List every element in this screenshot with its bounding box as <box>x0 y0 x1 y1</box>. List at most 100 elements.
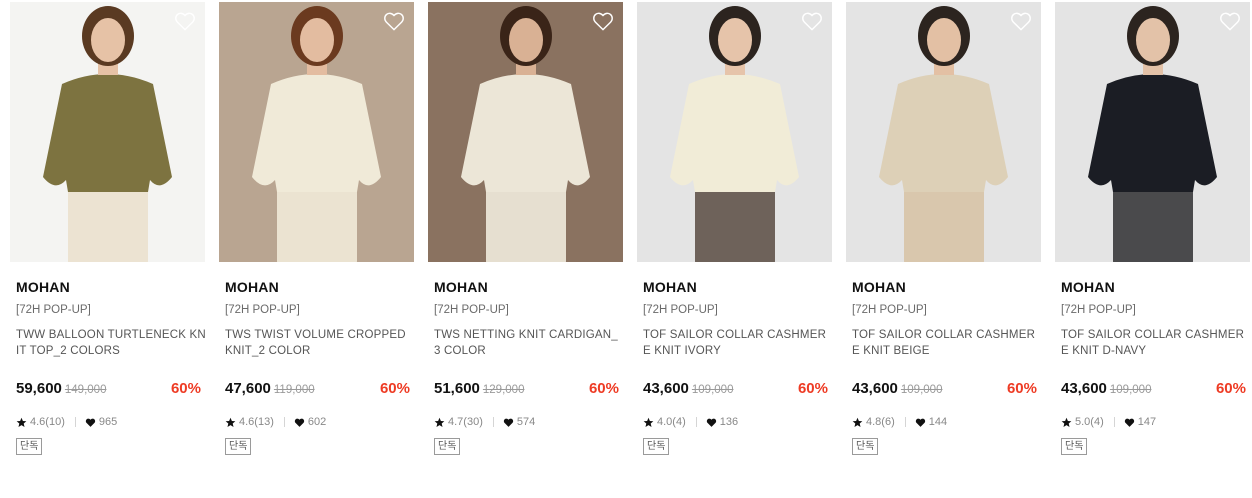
star-icon <box>643 417 654 427</box>
product-image[interactable] <box>219 2 414 262</box>
brand-name[interactable]: MOHAN <box>852 279 906 295</box>
price-row: 43,600 109,000 60% <box>852 380 1037 400</box>
like-count: 602 <box>307 416 327 428</box>
sale-price: 43,600 <box>643 380 689 397</box>
like-count: 574 <box>516 416 536 428</box>
sale-price: 43,600 <box>1061 380 1107 397</box>
product-name[interactable]: TOF SAILOR COLLAR CASHMERE KNIT D-NAVY <box>1061 327 1251 359</box>
exclusive-badge: 단독 <box>16 438 43 455</box>
like-count: 136 <box>719 416 739 428</box>
product-card[interactable]: MOHAN [72H POP-UP] TWW BALLOON TURTLENEC… <box>10 2 206 472</box>
product-image[interactable] <box>1055 2 1250 262</box>
like-count: 144 <box>928 416 948 428</box>
sale-price: 43,600 <box>852 380 898 397</box>
rating-text: 4.8(6) <box>866 416 895 428</box>
discount-rate: 60% <box>797 380 828 397</box>
review-meta: 4.7(30) 574 <box>434 414 535 430</box>
promo-tag: [72H POP-UP] <box>1061 304 1136 316</box>
star-icon <box>434 417 445 427</box>
product-name[interactable]: TOF SAILOR COLLAR CASHMERE KNIT IVORY <box>643 327 833 359</box>
divider <box>695 417 697 427</box>
exclusive-badge: 단독 <box>852 438 879 455</box>
discount-rate: 60% <box>1215 380 1246 397</box>
price-row: 47,600 119,000 60% <box>225 380 410 400</box>
sale-price: 59,600 <box>16 380 62 397</box>
product-grid: MOHAN [72H POP-UP] TWW BALLOON TURTLENEC… <box>0 0 1252 498</box>
exclusive-badge: 단독 <box>225 438 252 455</box>
rating-text: 4.6(10) <box>30 416 65 428</box>
wishlist-heart-icon[interactable] <box>383 11 405 31</box>
rating-text: 4.6(13) <box>239 416 274 428</box>
brand-name[interactable]: MOHAN <box>643 279 697 295</box>
rating-text: 4.0(4) <box>657 416 686 428</box>
original-price: 149,000 <box>64 384 107 396</box>
exclusive-badge: 단독 <box>1061 438 1088 455</box>
product-photo <box>219 2 414 262</box>
product-name[interactable]: TWS NETTING KNIT CARDIGAN_3 COLOR <box>434 327 624 359</box>
discount-rate: 60% <box>588 380 619 397</box>
product-name[interactable]: TWW BALLOON TURTLENECK KNIT TOP_2 COLORS <box>16 327 206 359</box>
heart-icon <box>706 418 716 427</box>
like-count: 147 <box>1137 416 1157 428</box>
product-card[interactable]: MOHAN [72H POP-UP] TWS TWIST VOLUME CROP… <box>219 2 414 472</box>
product-image[interactable] <box>846 2 1041 262</box>
like-count: 965 <box>98 416 118 428</box>
heart-icon <box>85 418 96 427</box>
promo-tag: [72H POP-UP] <box>434 304 509 316</box>
original-price: 109,000 <box>1109 384 1152 396</box>
star-icon <box>225 417 236 427</box>
product-card[interactable]: MOHAN [72H POP-UP] TOF SAILOR COLLAR CAS… <box>846 2 1041 472</box>
heart-icon <box>294 418 305 427</box>
wishlist-heart-icon[interactable] <box>801 11 823 31</box>
wishlist-heart-icon[interactable] <box>592 11 614 31</box>
discount-rate: 60% <box>379 380 410 397</box>
brand-name[interactable]: MOHAN <box>1061 279 1115 295</box>
product-card[interactable]: MOHAN [72H POP-UP] TOF SAILOR COLLAR CAS… <box>637 2 832 472</box>
product-photo <box>637 2 832 262</box>
divider <box>283 417 285 427</box>
promo-tag: [72H POP-UP] <box>852 304 927 316</box>
divider <box>74 417 76 427</box>
product-name[interactable]: TWS TWIST VOLUME CROPPED KNIT_2 COLOR <box>225 327 415 359</box>
promo-tag: [72H POP-UP] <box>225 304 300 316</box>
wishlist-heart-icon[interactable] <box>174 11 196 31</box>
rating-text: 5.0(4) <box>1075 416 1104 428</box>
divider <box>1113 417 1115 427</box>
original-price: 119,000 <box>273 384 315 396</box>
star-icon <box>16 417 27 427</box>
promo-tag: [72H POP-UP] <box>16 304 91 316</box>
review-meta: 5.0(4) 147 <box>1061 414 1156 430</box>
product-image[interactable] <box>428 2 623 262</box>
brand-name[interactable]: MOHAN <box>225 279 279 295</box>
product-card[interactable]: MOHAN [72H POP-UP] TOF SAILOR COLLAR CAS… <box>1055 2 1250 472</box>
price-row: 51,600 129,000 60% <box>434 380 619 400</box>
product-name[interactable]: TOF SAILOR COLLAR CASHMERE KNIT BEIGE <box>852 327 1042 359</box>
exclusive-badge: 단독 <box>434 438 461 455</box>
wishlist-heart-icon[interactable] <box>1219 11 1241 31</box>
review-meta: 4.8(6) 144 <box>852 414 947 430</box>
discount-rate: 60% <box>1006 380 1037 397</box>
brand-name[interactable]: MOHAN <box>16 279 70 295</box>
divider <box>492 417 494 427</box>
heart-icon <box>915 418 925 427</box>
product-photo <box>10 2 205 262</box>
review-meta: 4.6(13) 602 <box>225 414 326 430</box>
product-photo <box>428 2 623 262</box>
divider <box>904 417 906 427</box>
original-price: 109,000 <box>900 384 943 396</box>
product-card[interactable]: MOHAN [72H POP-UP] TWS NETTING KNIT CARD… <box>428 2 623 472</box>
heart-icon <box>1124 418 1134 427</box>
original-price: 129,000 <box>482 384 525 396</box>
sale-price: 51,600 <box>434 380 480 397</box>
rating-text: 4.7(30) <box>448 416 483 428</box>
brand-name[interactable]: MOHAN <box>434 279 488 295</box>
star-icon <box>852 417 863 427</box>
product-image[interactable] <box>637 2 832 262</box>
review-meta: 4.0(4) 136 <box>643 414 738 430</box>
product-image[interactable] <box>10 2 205 262</box>
exclusive-badge: 단독 <box>643 438 670 455</box>
price-row: 43,600 109,000 60% <box>1061 380 1246 400</box>
wishlist-heart-icon[interactable] <box>1010 11 1032 31</box>
product-photo <box>1055 2 1250 262</box>
promo-tag: [72H POP-UP] <box>643 304 718 316</box>
